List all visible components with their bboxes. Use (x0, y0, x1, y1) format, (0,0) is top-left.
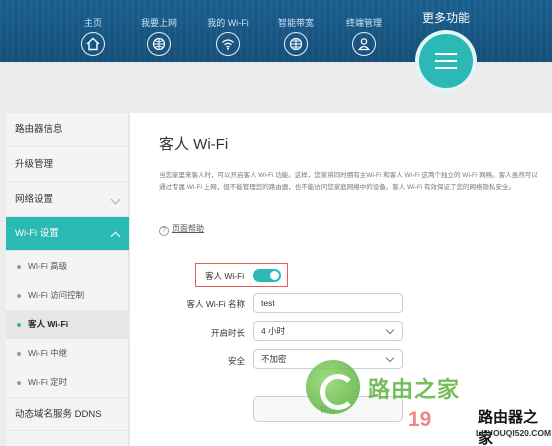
sidebar-subitem-label: Wi-Fi 中继 (28, 348, 68, 358)
nav-my-wifi[interactable]: 我的 Wi-Fi (203, 17, 253, 56)
guest-wifi-name-label: 客人 Wi-Fi 名称 (186, 299, 245, 309)
sidebar-subitem-label: Wi-Fi 高级 (28, 261, 68, 271)
sidebar-subitem-label: 客人 Wi-Fi (28, 319, 69, 329)
guest-wifi-toggle-row: 客人 Wi-Fi (195, 263, 288, 287)
duration-select[interactable]: 4 小时 (253, 321, 403, 341)
sidebar: 路由器信息 升级管理 网络设置 Wi-Fi 设置 Wi-Fi 高级 Wi-Fi … (6, 113, 129, 446)
sidebar-item-label: 动态域名服务 DDNS (15, 409, 102, 420)
help-link[interactable]: ? 页面帮助 (159, 223, 204, 236)
bullet-icon (17, 381, 21, 385)
sidebar-subitem-guest-wifi[interactable]: 客人 Wi-Fi (6, 310, 129, 339)
globe-icon (147, 32, 171, 56)
duration-label: 开启时长 (210, 328, 245, 338)
bullet-icon (17, 294, 21, 298)
nav-bandwidth[interactable]: 智能带宽 (271, 17, 321, 56)
nav-home-label: 主页 (83, 18, 102, 28)
watermark-logo-icon (306, 360, 360, 414)
menu-icon[interactable] (419, 34, 473, 88)
security-value: 不加密 (261, 354, 287, 364)
guest-wifi-label: 客人 Wi-Fi (205, 271, 245, 281)
sidebar-subitem-wifi-advanced[interactable]: Wi-Fi 高级 (6, 252, 129, 281)
toggle-knob (270, 271, 279, 280)
wifi-icon (216, 32, 240, 56)
sidebar-item-network[interactable]: 网络设置 (6, 183, 129, 217)
home-icon (81, 32, 105, 56)
bullet-icon (17, 352, 21, 356)
sidebar-item-router-info[interactable]: 路由器信息 (6, 113, 129, 147)
nav-internet-label: 我要上网 (140, 18, 177, 28)
sidebar-subitem-wifi-repeater[interactable]: Wi-Fi 中继 (6, 339, 129, 368)
bullet-icon (17, 323, 21, 327)
sidebar-item-label: Wi-Fi 设置 (15, 228, 59, 239)
security-label: 安全 (227, 356, 245, 366)
sidebar-subitem-label: Wi-Fi 访问控制 (28, 290, 85, 300)
nav-my-wifi-label: 我的 Wi-Fi (207, 18, 249, 28)
bandwidth-icon (284, 32, 308, 56)
sidebar-item-ddns[interactable]: 动态域名服务 DDNS (6, 397, 129, 431)
sidebar-item-label: 网络设置 (15, 194, 54, 205)
user-icon (352, 32, 376, 56)
watermark-site-title: 路由器之家 (478, 409, 539, 446)
nav-bandwidth-label: 智能带宽 (277, 18, 314, 28)
watermark-number: 19 (408, 408, 432, 431)
sidebar-subitem-label: Wi-Fi 定时 (28, 377, 68, 387)
sidebar-subitem-wifi-schedule[interactable]: Wi-Fi 定时 (6, 368, 129, 397)
nav-terminal-label: 终端管理 (345, 18, 382, 28)
watermark-site-url: LUYOUQI520.COM (476, 428, 552, 438)
more-features-label[interactable]: 更多功能 (410, 9, 482, 26)
duration-value: 4 小时 (261, 326, 286, 336)
guest-wifi-name-input[interactable]: test (253, 293, 403, 313)
nav-internet[interactable]: 我要上网 (134, 17, 184, 56)
sidebar-subitem-wifi-access-control[interactable]: Wi-Fi 访问控制 (6, 281, 129, 310)
nav-home[interactable]: 主页 (68, 17, 118, 56)
chevron-down-icon (110, 194, 121, 205)
watermark-brand: 路由之家 (368, 377, 461, 402)
nav-terminal[interactable]: 终端管理 (339, 17, 389, 56)
page-description: 当您家里来客人时，可以开启客人 Wi-Fi 功能。这样，您家将同时拥有主Wi-F… (159, 172, 538, 191)
help-icon: ? (159, 226, 169, 236)
sidebar-item-label: 路由器信息 (15, 124, 63, 135)
sidebar-item-label: 升级管理 (15, 159, 54, 170)
guest-wifi-toggle[interactable] (253, 269, 281, 282)
sidebar-item-wifi-settings[interactable]: Wi-Fi 设置 (6, 217, 129, 251)
chevron-down-icon (385, 325, 395, 335)
sidebar-item-upgrade[interactable]: 升级管理 (6, 148, 129, 182)
watermark-site: 路由器之家 LUYOUQI520.COM (470, 404, 552, 446)
bullet-icon (17, 265, 21, 269)
help-link-label: 页面帮助 (172, 224, 204, 233)
page-title: 客人 Wi-Fi (159, 136, 229, 153)
chevron-down-icon (385, 353, 395, 363)
chevron-up-icon (110, 231, 121, 242)
